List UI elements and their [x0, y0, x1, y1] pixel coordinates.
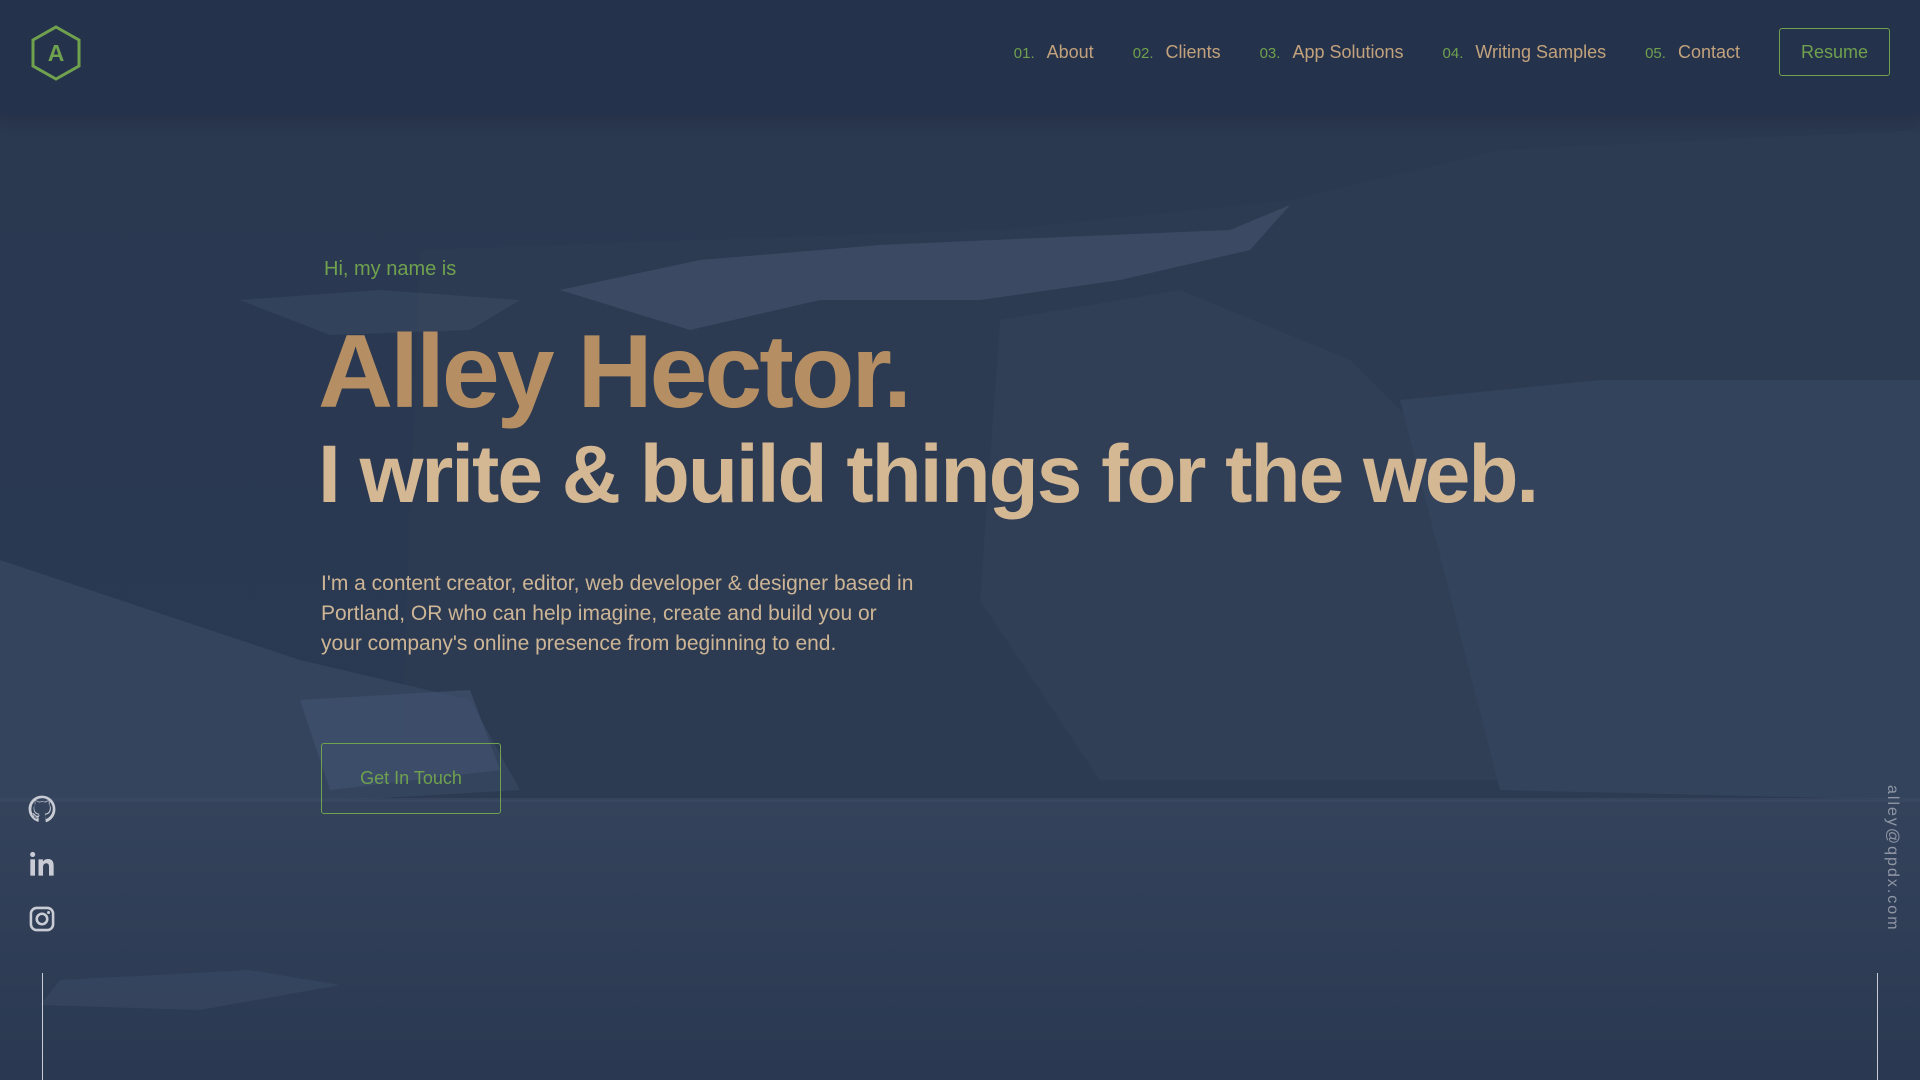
main-nav: 01. About 02. Clients 03. App Solutions …: [1014, 26, 1890, 78]
nav-number: 04.: [1442, 44, 1464, 62]
logo-letter: A: [47, 40, 65, 66]
nav-label: Contact: [1677, 41, 1740, 62]
resume-button[interactable]: Resume: [1779, 28, 1890, 76]
nav-label: App Solutions: [1292, 41, 1404, 62]
get-in-touch-button[interactable]: Get In Touch: [321, 743, 501, 814]
hero-greeting: Hi, my name is: [324, 258, 457, 280]
github-icon[interactable]: [28, 795, 56, 823]
background-landscape: [0, 0, 1920, 1080]
nav-label: About: [1046, 41, 1094, 62]
left-vertical-line: [42, 973, 43, 1080]
nav-number: 03.: [1259, 44, 1281, 62]
site-header: A 01. About 02. Clients 03. App Solution…: [0, 0, 1920, 116]
hero-name: Alley Hector.: [318, 314, 912, 430]
nav-item-contact[interactable]: 05. Contact: [1645, 42, 1740, 63]
social-links: [28, 795, 56, 960]
email-link[interactable]: alley@qpdx.com: [1877, 785, 1901, 935]
nav-number: 01.: [1013, 44, 1035, 62]
hero-tagline: I write & build things for the web.: [318, 429, 1539, 520]
linkedin-icon[interactable]: [28, 850, 56, 878]
nav-label: Writing Samples: [1475, 41, 1607, 62]
hero-bio: I'm a content creator, editor, web devel…: [321, 572, 914, 655]
nav-item-writing-samples[interactable]: 04. Writing Samples: [1443, 42, 1607, 63]
nav-number: 05.: [1645, 44, 1666, 62]
nav-item-about[interactable]: 01. About: [1014, 42, 1094, 63]
nav-item-app-solutions[interactable]: 03. App Solutions: [1260, 42, 1404, 63]
page: A 01. About 02. Clients 03. App Solution…: [0, 0, 1920, 1080]
nav-number: 02.: [1132, 44, 1154, 62]
right-vertical-line: [1877, 973, 1878, 1080]
logo[interactable]: A: [30, 25, 82, 81]
nav-label: Clients: [1165, 41, 1221, 62]
instagram-icon[interactable]: [28, 905, 56, 933]
nav-item-clients[interactable]: 02. Clients: [1133, 42, 1221, 63]
